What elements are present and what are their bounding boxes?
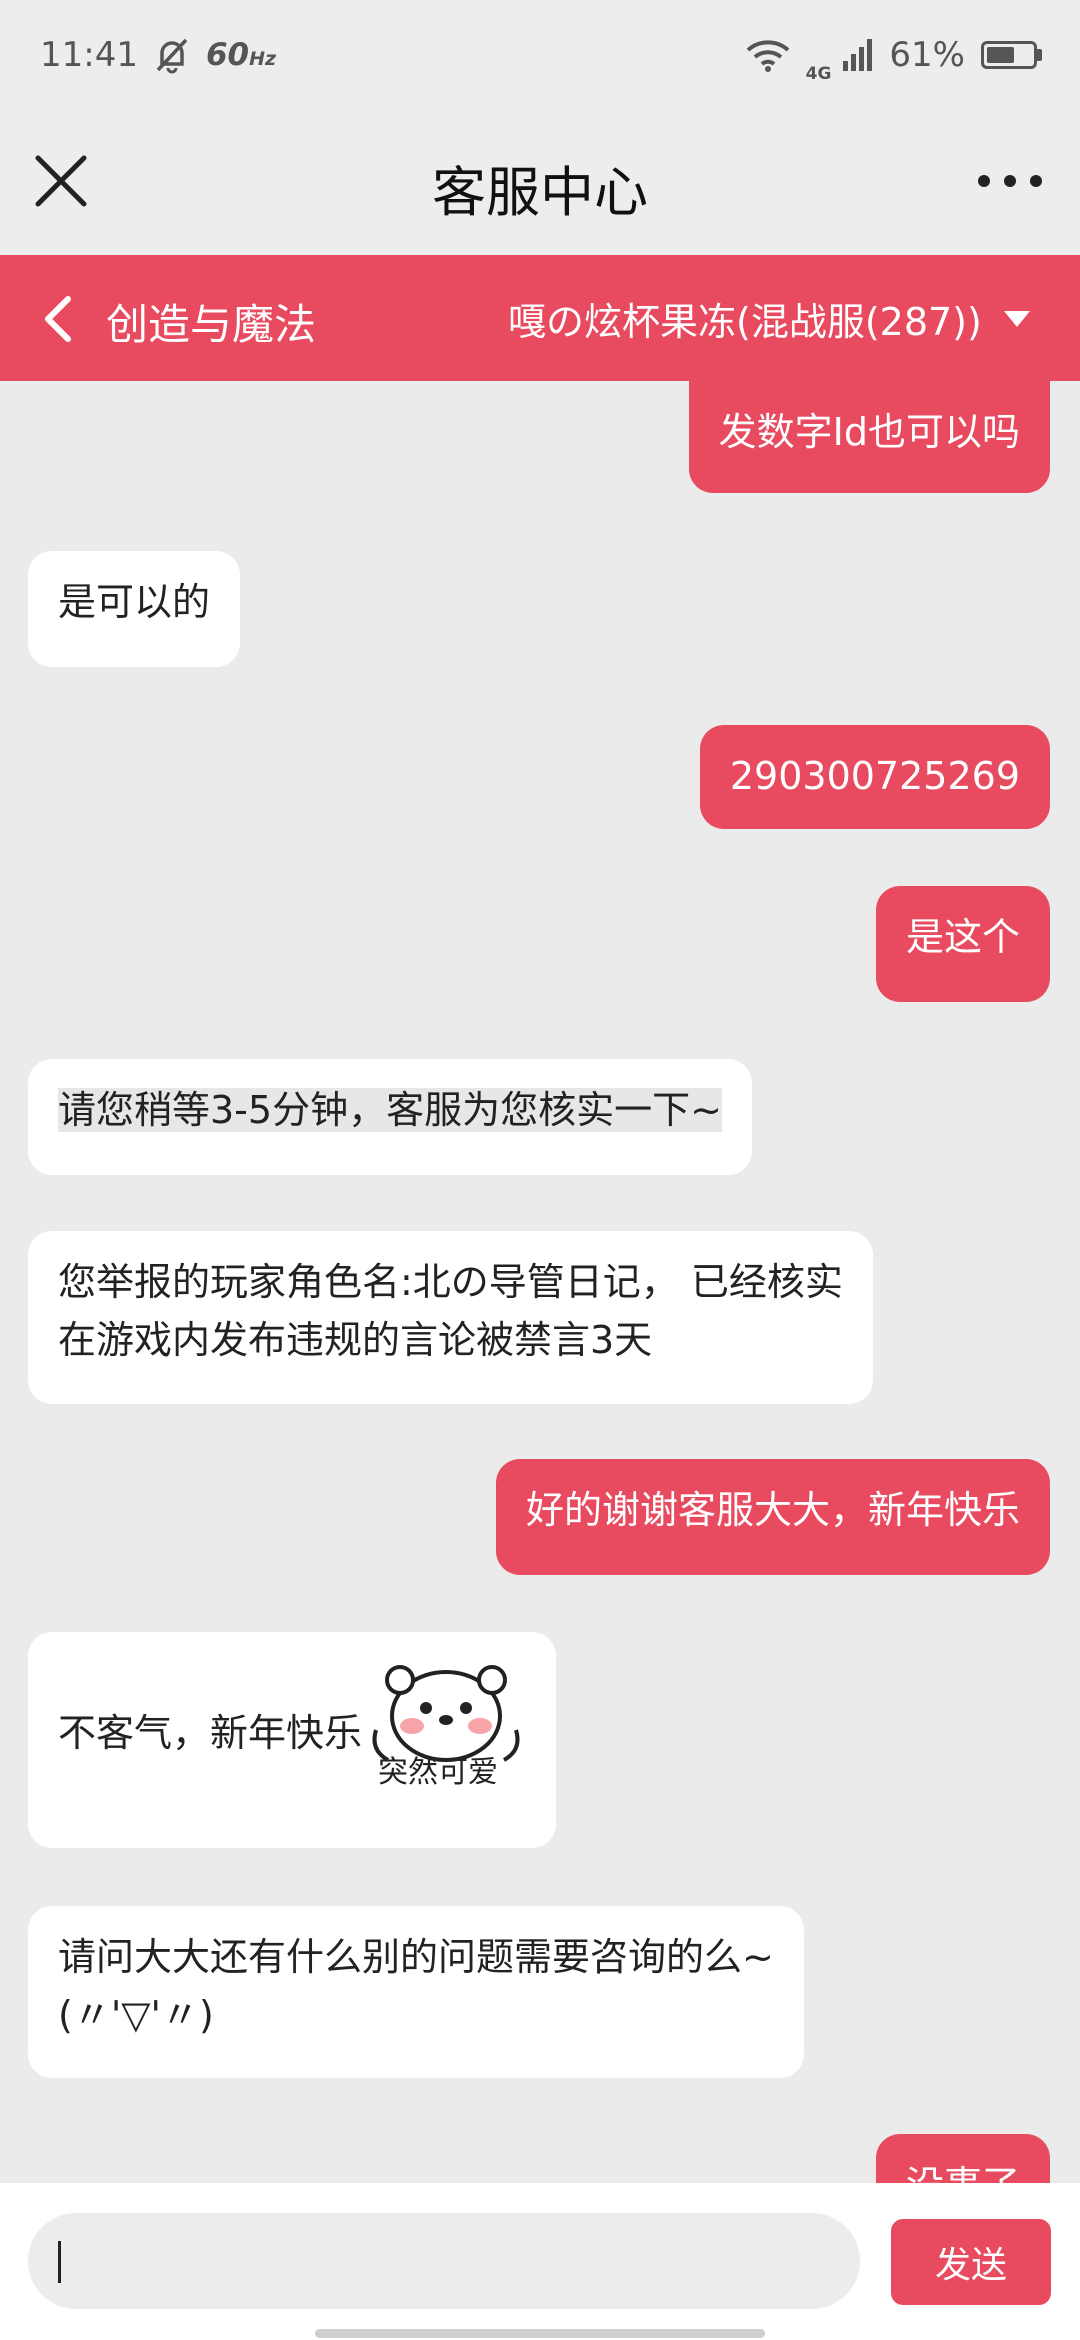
home-indicator[interactable]: [315, 2329, 765, 2338]
mute-bell-icon: [156, 38, 188, 74]
message-sent: 是这个: [875, 886, 1050, 1002]
message-received: 是可以的: [28, 551, 241, 667]
send-button[interactable]: 发送: [891, 2219, 1051, 2305]
title-bar: 客服中心: [0, 110, 1080, 255]
status-bar: 11:41 60Hz 4G 61%: [0, 0, 1080, 110]
sticker-image: 突然可爱: [366, 1658, 526, 1808]
message-received: 您举报的玩家角色名:北の导管日记， 已经核实 在游戏内发布违规的言论被禁言3天: [28, 1231, 873, 1404]
status-left: 11:41 60Hz: [40, 35, 276, 75]
chat-area[interactable]: 发数字Id也可以吗 是可以的 290300725269 是这个 请您稍等3-5分…: [0, 381, 1080, 2183]
more-options-icon[interactable]: [970, 150, 1050, 212]
chat-screen: 11:41 60Hz 4G 61% 客服中心 创造与魔法 嘎の炫杯果冻(混战服(…: [0, 0, 1080, 2340]
wifi-icon: [746, 40, 789, 72]
battery-icon: [981, 41, 1042, 69]
game-name[interactable]: 创造与魔法: [106, 291, 316, 352]
message-received: 不客气，新年快乐 突然可爱: [28, 1632, 557, 1848]
back-arrow-icon[interactable]: [40, 293, 76, 345]
input-bar: 发送: [0, 2183, 1080, 2340]
network-type: 4G: [805, 64, 832, 84]
game-bar: 创造与魔法 嘎の炫杯果冻(混战服(287)): [0, 255, 1080, 381]
message-sent: 好的谢谢客服大大，新年快乐: [495, 1459, 1050, 1575]
text-cursor: [58, 2241, 61, 2283]
signal-icon: [843, 39, 873, 71]
refresh-rate: 60Hz: [205, 37, 277, 73]
message-received: 请问大大还有什么别的问题需要咨询的么~ (〃'▽'〃): [28, 1906, 804, 2078]
message-input[interactable]: [28, 2213, 860, 2309]
message-sent: 发数字Id也可以吗: [688, 381, 1050, 493]
battery-percent: 61%: [889, 35, 965, 75]
message-sent: 没事了: [875, 2134, 1050, 2183]
server-selector[interactable]: 嘎の炫杯果冻(混战服(287)): [508, 291, 982, 346]
status-right: 4G 61%: [746, 26, 1042, 84]
status-time: 11:41: [40, 35, 138, 75]
page-title: 客服中心: [432, 161, 648, 224]
sticker-caption: 突然可爱: [378, 1755, 499, 1790]
chevron-down-icon[interactable]: [1004, 311, 1030, 327]
message-received: 请您稍等3-5分钟，客服为您核实一下~: [28, 1059, 752, 1175]
message-sent: 290300725269: [699, 725, 1050, 829]
